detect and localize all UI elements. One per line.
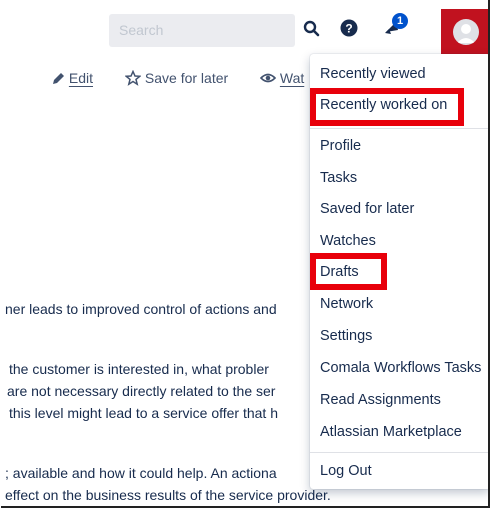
menu-item-saved-for-later[interactable]: Saved for later	[320, 201, 414, 217]
edit-button[interactable]: Edit	[51, 70, 93, 86]
body-line: are not necessary directly related to th…	[7, 383, 276, 399]
help-icon[interactable]: ?	[338, 17, 360, 39]
edit-label: Edit	[68, 70, 94, 86]
menu-item-comala-workflows-tasks[interactable]: Comala Workflows Tasks	[320, 360, 481, 376]
menu-item-watches[interactable]: Watches	[320, 233, 376, 249]
notification-badge: 1	[392, 13, 408, 29]
save-for-later-label: Save for later	[144, 70, 229, 86]
eye-icon	[259, 73, 277, 83]
menu-item-network[interactable]: Network	[320, 296, 373, 312]
menu-item-read-assignments[interactable]: Read Assignments	[320, 392, 441, 408]
menu-item-log-out[interactable]: Log Out	[320, 463, 372, 479]
search-input[interactable]: Search	[109, 14, 295, 47]
menu-item-recently-viewed[interactable]: Recently viewed	[320, 66, 426, 82]
watch-label: Wat	[279, 70, 305, 86]
body-line: ner leads to improved control of actions…	[5, 301, 277, 317]
search-icon[interactable]	[301, 18, 323, 40]
screenshot-frame: Search ? 1 Edit Save for later Wat ner l…	[1, 0, 490, 508]
user-icon	[457, 24, 475, 43]
top-header: Search ? 1	[1, 0, 488, 56]
menu-item-tasks[interactable]: Tasks	[320, 170, 357, 186]
menu-item-profile[interactable]: Profile	[320, 138, 361, 154]
star-icon	[124, 69, 142, 86]
body-line: ; available and how it could help. An ac…	[5, 465, 277, 481]
body-line: this level might lead to a service offer…	[9, 405, 278, 421]
svg-text:?: ?	[345, 22, 352, 36]
highlight-box-recently-worked-on	[310, 88, 464, 126]
menu-item-settings[interactable]: Settings	[320, 328, 372, 344]
body-line: effect on the business results of the se…	[5, 487, 331, 503]
menu-divider	[310, 128, 488, 129]
menu-item-atlassian-marketplace[interactable]: Atlassian Marketplace	[320, 424, 462, 440]
avatar	[453, 19, 479, 45]
watch-button[interactable]: Wat	[259, 70, 305, 86]
user-avatar-button[interactable]	[441, 9, 488, 56]
pencil-icon	[53, 73, 64, 84]
body-line: the customer is interested in, what prob…	[9, 361, 269, 377]
menu-divider	[310, 452, 488, 453]
highlight-box-drafts	[310, 253, 387, 290]
save-for-later-button[interactable]: Save for later	[124, 69, 229, 86]
search-placeholder: Search	[119, 22, 164, 38]
